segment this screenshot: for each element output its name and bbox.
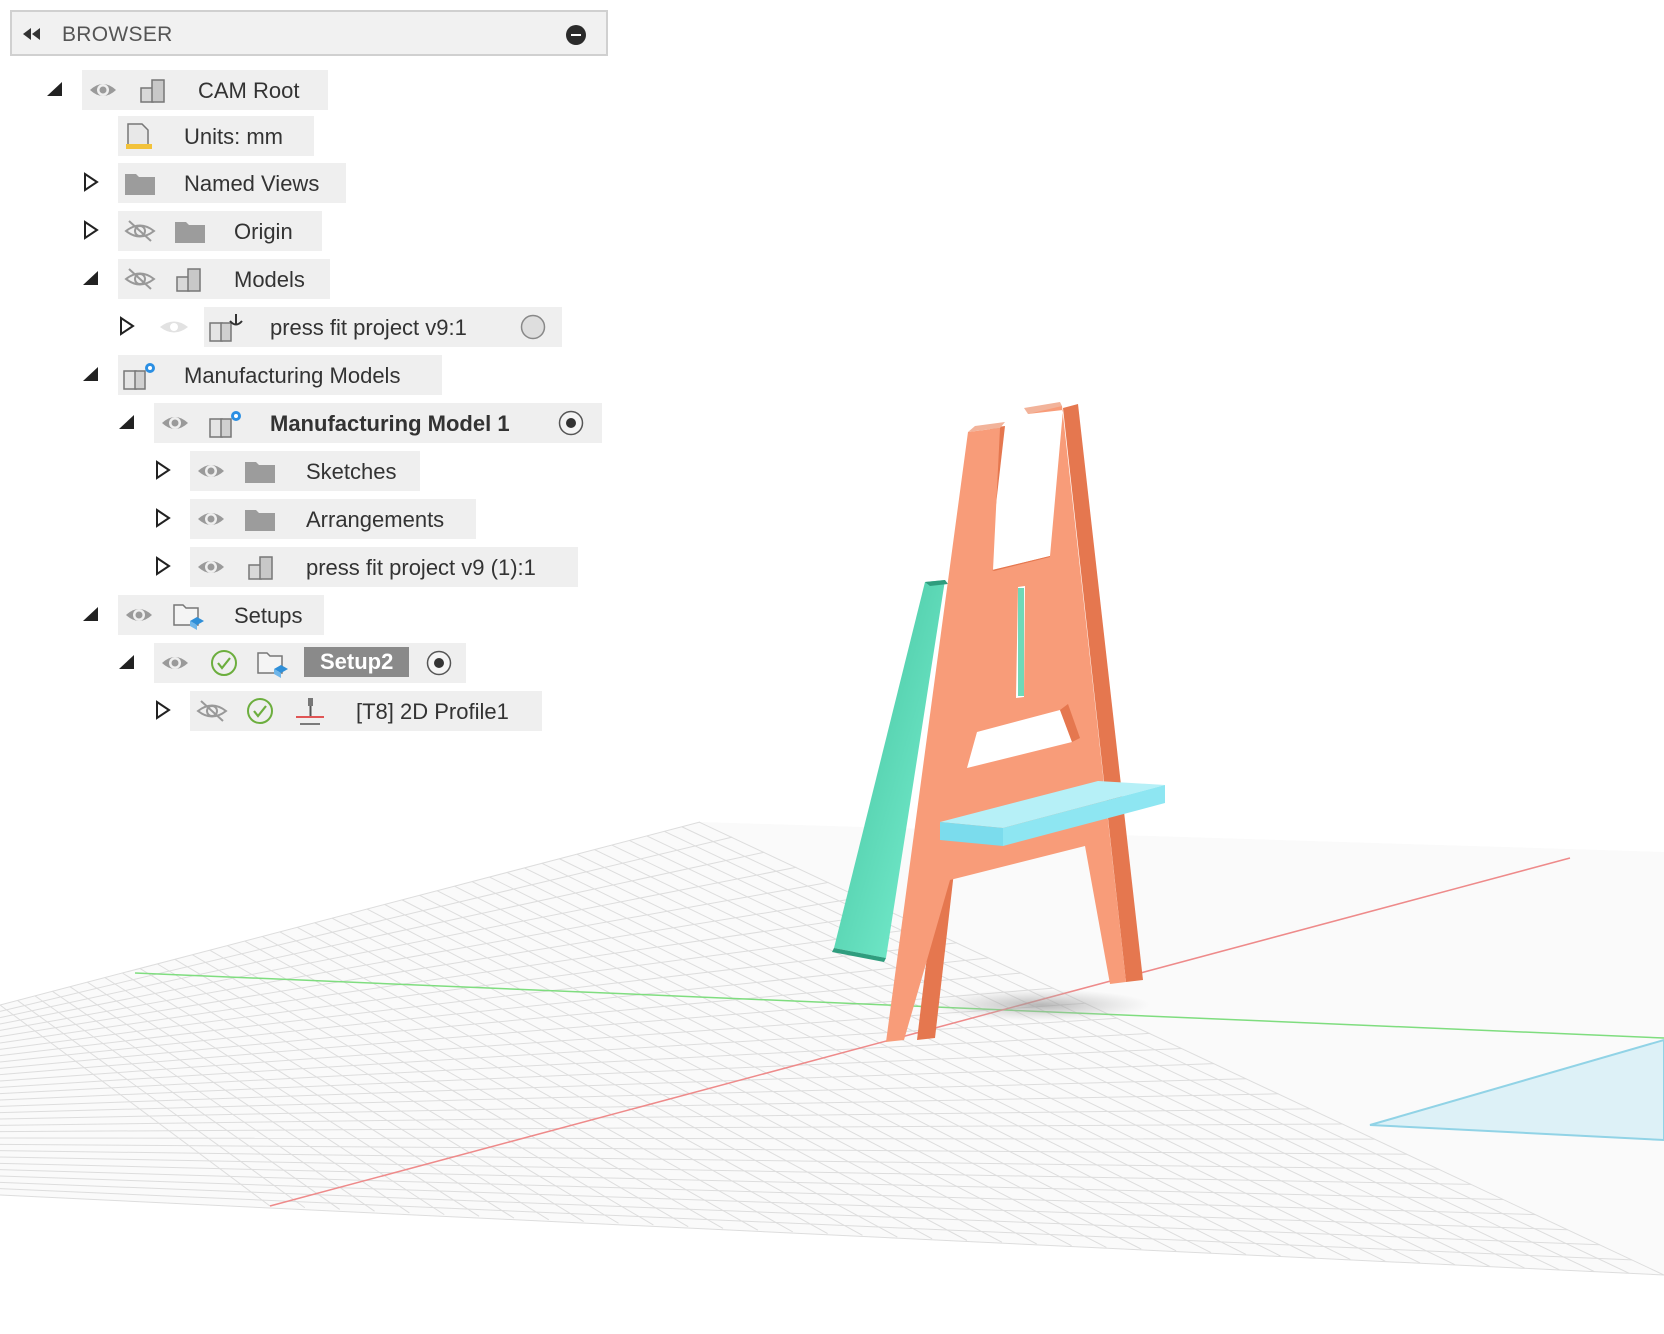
eye-hidden-icon[interactable] xyxy=(124,265,156,293)
tree-label: Sketches xyxy=(306,459,397,484)
tree-node-setup2[interactable]: Setup2 xyxy=(154,643,466,683)
tree-label: press fit project v9 (1):1 xyxy=(306,555,536,580)
tree-row-manufacturing-models: Manufacturing Models xyxy=(0,355,600,395)
active-radio-icon[interactable] xyxy=(558,410,584,436)
tree-row-press-fit-copy: press fit project v9 (1):1 xyxy=(0,547,600,587)
expanded-triangle-icon[interactable] xyxy=(44,78,66,100)
tree-node-origin[interactable]: Origin xyxy=(118,211,322,251)
expanded-triangle-icon[interactable] xyxy=(80,363,102,385)
document-ruler-icon xyxy=(124,122,152,150)
tree-label: Manufacturing Model 1 xyxy=(270,411,510,436)
tree-row-models: Models xyxy=(0,259,600,299)
eye-icon[interactable] xyxy=(124,601,152,629)
folder-icon xyxy=(244,505,275,533)
expanded-triangle-icon[interactable] xyxy=(80,267,102,289)
tree-node-profile[interactable]: [T8] 2D Profile1 xyxy=(190,691,542,731)
eye-icon[interactable] xyxy=(88,76,116,104)
collapsed-triangle-icon[interactable] xyxy=(80,219,102,241)
2d-profile-toolpath-icon xyxy=(294,697,324,725)
collapsed-triangle-icon[interactable] xyxy=(152,699,174,721)
collapsed-triangle-icon[interactable] xyxy=(152,459,174,481)
tree-row-arrangements: Arrangements xyxy=(0,499,600,539)
check-circle-icon xyxy=(210,649,238,677)
eye-hidden-icon[interactable] xyxy=(196,697,228,725)
component-anchor-icon xyxy=(208,313,243,342)
tree-label: Models xyxy=(234,267,305,292)
active-radio-icon[interactable] xyxy=(426,650,452,676)
folder-icon xyxy=(244,457,275,485)
tree-row-setups: Setups xyxy=(0,595,600,635)
tree-node-named-views[interactable]: Named Views xyxy=(118,163,346,203)
eye-icon[interactable] xyxy=(160,649,188,677)
eye-icon[interactable] xyxy=(196,457,224,485)
tree-label-selected: Setup2 xyxy=(304,647,410,677)
tree-node-cam-root[interactable]: CAM Root xyxy=(82,70,328,110)
folder-icon xyxy=(174,217,205,245)
browser-header: BROWSER xyxy=(10,10,608,56)
setup-folder-icon xyxy=(172,601,204,630)
eye-icon[interactable] xyxy=(196,505,224,533)
tree-row-profile: [T8] 2D Profile1 xyxy=(0,691,600,731)
check-circle-icon xyxy=(246,697,274,725)
tree-row-manufacturing-model-1: Manufacturing Model 1 xyxy=(0,403,620,443)
tree-node-arrangements[interactable]: Arrangements xyxy=(190,499,476,539)
activate-radio-icon[interactable] xyxy=(520,314,546,340)
tree-label: [T8] 2D Profile1 xyxy=(356,699,509,724)
eye-icon[interactable] xyxy=(160,409,188,437)
tree-node-press-fit-copy[interactable]: press fit project v9 (1):1 xyxy=(190,547,578,587)
tree-label: press fit project v9:1 xyxy=(270,315,467,340)
expanded-triangle-icon[interactable] xyxy=(80,603,102,625)
model-shadow xyxy=(930,989,1150,1021)
tree-node-manufacturing-model-1[interactable]: Manufacturing Model 1 xyxy=(154,403,602,443)
tree-node-sketches[interactable]: Sketches xyxy=(190,451,420,491)
collapsed-triangle-icon[interactable] xyxy=(152,507,174,529)
expanded-triangle-icon[interactable] xyxy=(116,651,138,673)
folder-icon xyxy=(124,169,155,197)
tree-label: Named Views xyxy=(184,171,320,196)
tree-node-setups[interactable]: Setups xyxy=(118,595,324,635)
manufacturing-model-icon xyxy=(208,409,241,438)
browser-panel: BROWSER CAM Root Units: mm Named Views O… xyxy=(0,0,620,760)
eye-hidden-icon[interactable] xyxy=(124,217,156,245)
component-icon xyxy=(138,76,166,104)
tree-row-cam-root: CAM Root xyxy=(0,70,600,110)
tree-label: CAM Root xyxy=(198,78,300,103)
tree-row-origin: Origin xyxy=(0,211,600,251)
tree-label: Units: mm xyxy=(184,124,283,149)
tree-node-models[interactable]: Models xyxy=(118,259,330,299)
double-left-arrow-icon[interactable] xyxy=(20,22,44,46)
eye-icon[interactable] xyxy=(196,553,224,581)
minus-circle-icon[interactable] xyxy=(566,25,586,45)
tree-row-units: Units: mm xyxy=(0,116,600,156)
browser-title: BROWSER xyxy=(62,23,173,46)
expanded-triangle-icon[interactable] xyxy=(116,411,138,433)
tree-row-setup2: Setup2 xyxy=(0,643,600,683)
tree-label: Manufacturing Models xyxy=(184,363,401,388)
collapsed-triangle-icon[interactable] xyxy=(116,315,138,337)
eye-faded-icon[interactable] xyxy=(158,313,188,341)
collapsed-triangle-icon[interactable] xyxy=(80,171,102,193)
manufacturing-model-icon xyxy=(122,361,155,390)
tree-node-units[interactable]: Units: mm xyxy=(118,116,314,156)
collapsed-triangle-icon[interactable] xyxy=(152,555,174,577)
tree-row-sketches: Sketches xyxy=(0,451,600,491)
tree-row-press-fit: press fit project v9:1 xyxy=(0,307,600,347)
tree-label: Origin xyxy=(234,219,293,244)
tree-label: Arrangements xyxy=(306,507,445,532)
component-icon xyxy=(174,265,202,293)
tree-node-manufacturing-models[interactable]: Manufacturing Models xyxy=(118,355,442,395)
tree-row-named-views: Named Views xyxy=(0,163,600,203)
tree-node-press-fit[interactable]: press fit project v9:1 xyxy=(204,307,562,347)
tree-label: Setups xyxy=(234,603,303,628)
component-icon xyxy=(246,553,274,581)
setup-folder-icon xyxy=(256,649,288,678)
